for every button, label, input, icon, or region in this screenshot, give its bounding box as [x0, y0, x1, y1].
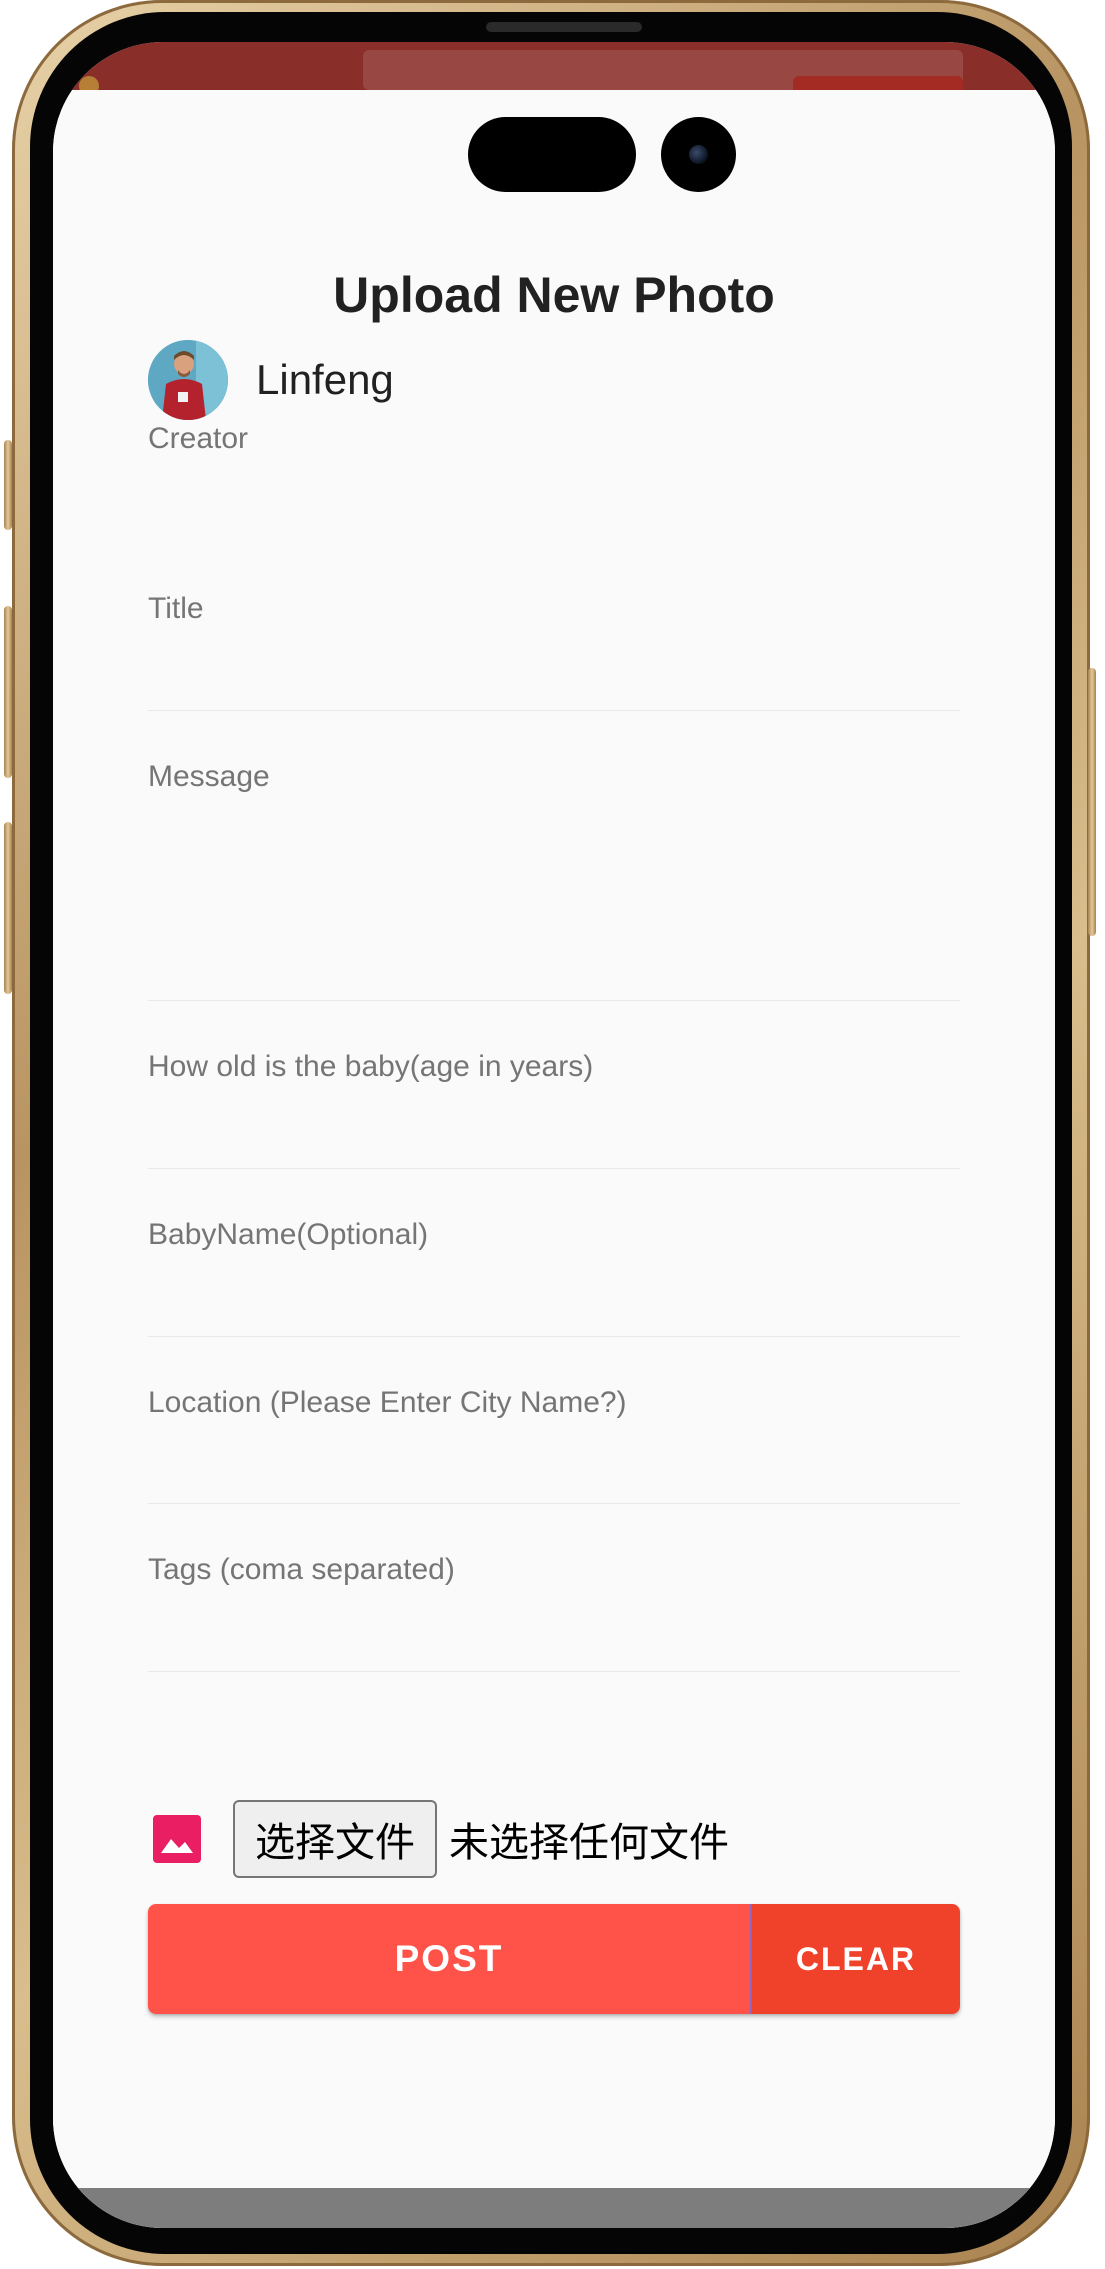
image-icon-glyph — [161, 1839, 193, 1853]
file-status-text: 未选择任何文件 — [449, 1820, 729, 1866]
post-button[interactable]: POST — [148, 1904, 752, 2014]
phone-screen: Upload New Photo Linfeng Creator Title M… — [53, 42, 1055, 2228]
front-camera — [661, 117, 736, 192]
age-field-label: How old is the baby(age in years) — [148, 1050, 594, 1083]
title-field[interactable]: Title — [148, 542, 960, 711]
clear-button[interactable]: CLEAR — [752, 1904, 960, 2014]
title-field-label: Title — [148, 592, 204, 625]
background-app-bar — [53, 42, 1055, 96]
camera-lens — [689, 145, 708, 164]
creator-label: Creator — [148, 422, 249, 455]
location-field-label: Location (Please Enter City Name?) — [148, 1386, 627, 1419]
location-field[interactable]: Location (Please Enter City Name?) — [148, 1336, 960, 1504]
image-icon — [153, 1815, 201, 1863]
tags-field-label: Tags (coma separated) — [148, 1553, 455, 1586]
avatar — [148, 340, 228, 420]
creator-row: Linfeng — [148, 340, 394, 420]
message-field[interactable]: Message — [148, 710, 960, 1001]
earpiece-speaker — [486, 22, 642, 32]
file-upload-row: 选择文件 未选择任何文件 — [153, 1800, 729, 1878]
dynamic-island — [468, 117, 636, 192]
baby-name-field[interactable]: BabyName(Optional) — [148, 1168, 960, 1337]
volume-up-button — [4, 606, 12, 778]
creator-name: Linfeng — [256, 356, 394, 403]
power-button — [1088, 668, 1096, 936]
tags-field[interactable]: Tags (coma separated) — [148, 1503, 960, 1672]
bottom-bar — [53, 2188, 1055, 2228]
message-field-label: Message — [148, 760, 270, 793]
action-button — [4, 440, 12, 530]
baby-name-field-label: BabyName(Optional) — [148, 1218, 429, 1251]
page-title: Upload New Photo — [333, 267, 775, 323]
age-field[interactable]: How old is the baby(age in years) — [148, 1000, 960, 1169]
background-button — [793, 76, 963, 90]
form-actions: POST CLEAR — [148, 1904, 960, 2014]
choose-file-button[interactable]: 选择文件 — [233, 1800, 437, 1878]
avatar-image — [148, 340, 228, 420]
volume-down-button — [4, 822, 12, 994]
